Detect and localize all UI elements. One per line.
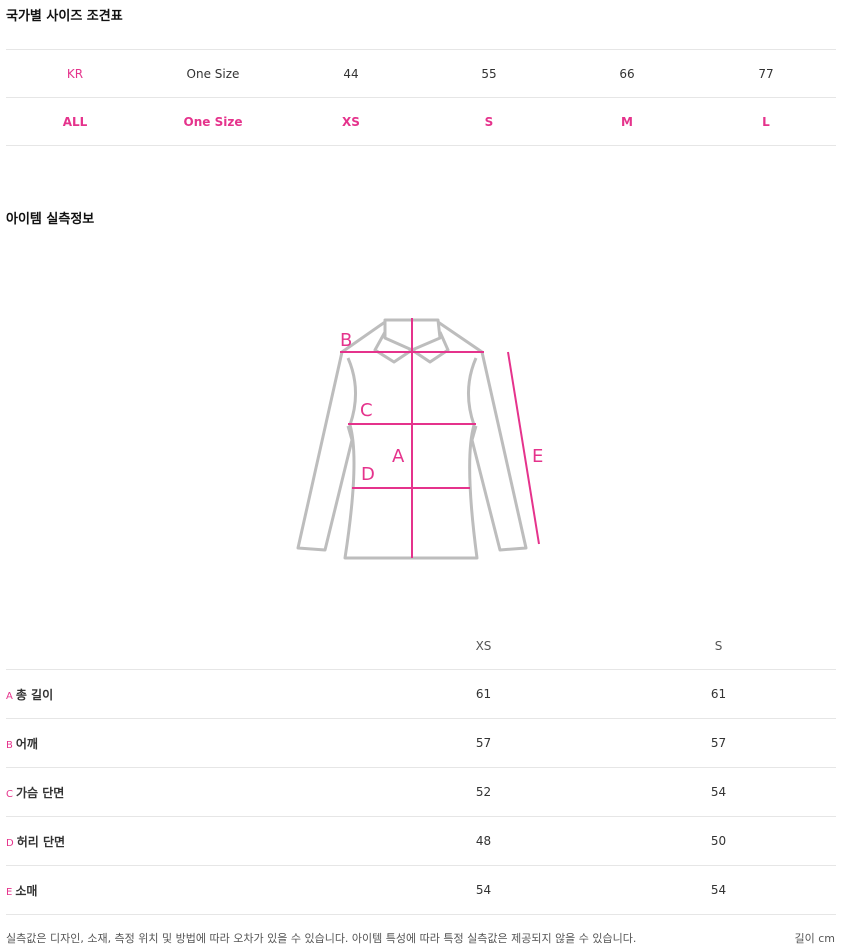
column-header-xs: XS: [475, 639, 492, 653]
row-name: 허리 단면: [16, 834, 66, 849]
size-cell: One Size: [186, 66, 240, 81]
measure-info-title: 아이템 실측정보: [6, 212, 95, 227]
row-value: 54: [710, 785, 727, 799]
size-cell: 55: [481, 66, 497, 81]
row-letter: D: [6, 837, 14, 849]
diagram-label-c: C: [360, 400, 373, 421]
size-chart-title: 국가별 사이즈 조견표: [6, 9, 123, 24]
row-letter: C: [6, 788, 13, 800]
size-row-label: KR: [66, 66, 84, 81]
measurement-table: XS S A총 길이 61 61 B 어깨 57 57 C 가슴 단면 52 54 …: [6, 623, 836, 915]
unit-label: 길이 cm: [794, 932, 836, 945]
row-name: 소매: [15, 883, 38, 898]
row-letter: A: [6, 690, 13, 702]
row-letter: E: [6, 886, 13, 898]
row-value: 48: [475, 834, 492, 848]
row-name: 가슴 단면: [15, 785, 65, 800]
row-value: 50: [710, 834, 727, 848]
size-cell: M: [621, 114, 633, 129]
size-cell: 44: [343, 66, 359, 81]
row-name: 어깨: [15, 736, 38, 751]
column-header-s: S: [714, 639, 723, 653]
diagram-label-a: A: [392, 446, 405, 467]
table-row: E 소매 54 54: [6, 866, 836, 915]
diagram-label-b: B: [340, 330, 352, 351]
row-letter: B: [6, 739, 13, 751]
size-cell: XS: [342, 114, 360, 129]
measurement-note: 실측값은 디자인, 소재, 측정 위치 및 방법에 따라 오차가 있을 수 있습…: [6, 932, 637, 945]
table-row: D 허리 단면 48 50: [6, 817, 836, 866]
size-cell: One Size: [183, 114, 243, 129]
table-row: B 어깨 57 57: [6, 719, 836, 768]
size-row-all: ALL One Size XS S M L: [6, 98, 836, 146]
row-value: 52: [475, 785, 492, 799]
measurement-header-row: XS S: [6, 623, 836, 670]
size-cell: 66: [619, 66, 635, 81]
row-value: 54: [475, 883, 492, 897]
row-name: 총 길이: [15, 687, 54, 702]
size-row-label: ALL: [62, 114, 88, 129]
garment-measurement-diagram: B C A D E: [296, 318, 543, 560]
size-cell: S: [484, 114, 494, 129]
size-conversion-table: KR One Size 44 55 66 77 ALL One Size XS …: [6, 49, 836, 146]
diagram-label-d: D: [361, 464, 375, 485]
row-value: 57: [475, 736, 492, 750]
size-row-kr: KR One Size 44 55 66 77: [6, 50, 836, 98]
size-cell: 77: [758, 66, 774, 81]
table-row: A총 길이 61 61: [6, 670, 836, 719]
row-value: 54: [710, 883, 727, 897]
size-cell: L: [762, 114, 770, 129]
table-row: C 가슴 단면 52 54: [6, 768, 836, 817]
row-value: 61: [475, 687, 492, 701]
row-value: 57: [710, 736, 727, 750]
diagram-label-e: E: [532, 446, 543, 467]
row-value: 61: [710, 687, 727, 701]
